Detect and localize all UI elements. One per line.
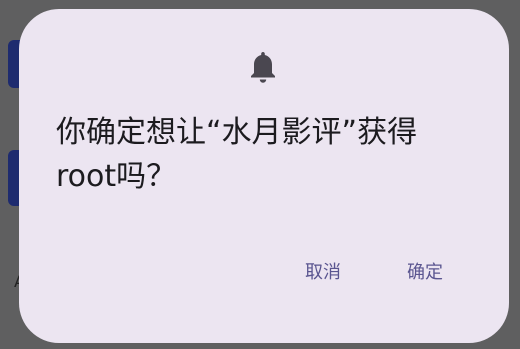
confirm-button[interactable]: 确定 (399, 254, 451, 288)
root-permission-dialog: 你确定想让“水月影评”获得root吗？ 取消 确定 (19, 9, 509, 343)
bell-icon (247, 49, 279, 85)
screen: A 你确定想让“水月影评”获得root吗？ 取消 确定 (0, 0, 520, 349)
cancel-button[interactable]: 取消 (297, 254, 349, 288)
dialog-title: 你确定想让“水月影评”获得root吗？ (56, 115, 418, 194)
